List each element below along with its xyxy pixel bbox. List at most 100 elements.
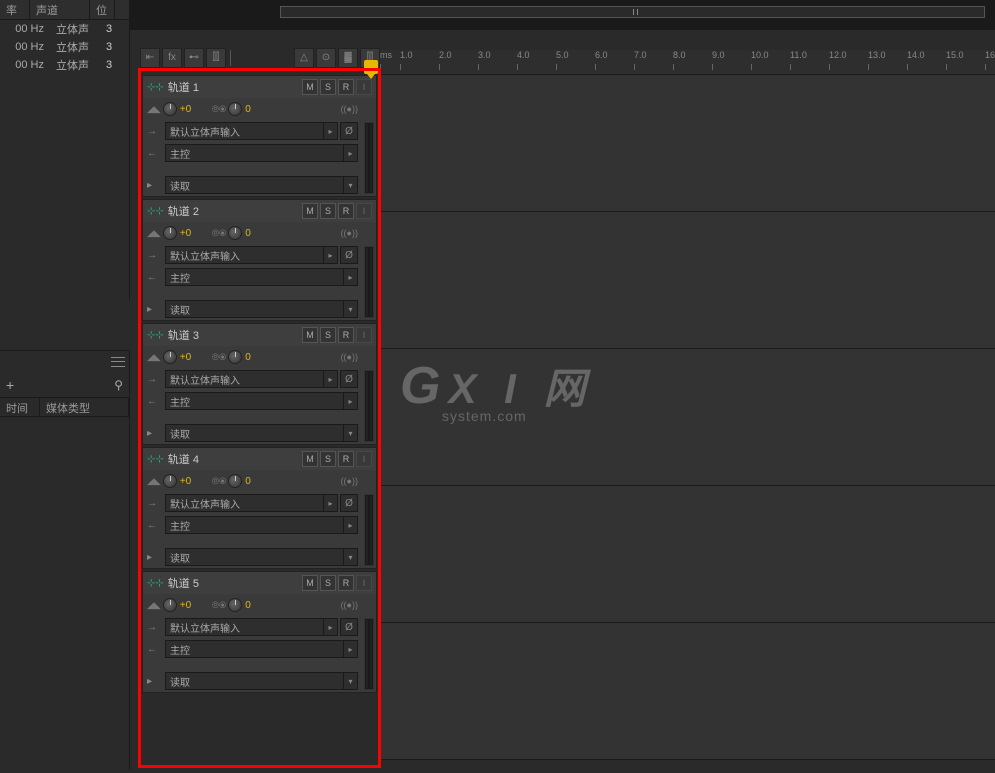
input-select[interactable]: 默认立体声输入 [165,618,324,636]
time-ruler[interactable]: ms 1.02.03.04.05.06.07.08.09.010.011.012… [380,50,995,75]
monitor-button[interactable]: I [356,575,372,591]
volume-knob[interactable] [163,598,177,612]
phase-button[interactable]: Ø [340,246,358,264]
input-select[interactable]: 默认立体声输入 [165,494,324,512]
dropdown-icon[interactable]: ▸ [344,144,358,162]
dropdown-icon[interactable]: ▸ [344,640,358,658]
pan-value[interactable]: 0 [245,352,263,363]
dropdown-icon[interactable]: ▾ [344,672,358,690]
lane[interactable] [380,212,995,349]
tool-opt1-icon[interactable]: △ [294,48,314,68]
record-button[interactable]: R [338,451,354,467]
track-name[interactable]: 轨道 3 [168,327,300,343]
overview-scrollbar[interactable] [280,6,985,18]
add-icon[interactable]: + [6,377,14,393]
monitor-button[interactable]: I [356,451,372,467]
pan-value[interactable]: 0 [245,228,263,239]
tool-eq-icon[interactable]: ⫿⫿ [206,48,226,68]
solo-button[interactable]: S [320,575,336,591]
record-button[interactable]: R [338,79,354,95]
play-icon[interactable]: ▸ [147,428,161,439]
dropdown-icon[interactable]: ▸ [324,246,338,264]
dropdown-icon[interactable]: ▸ [344,268,358,286]
solo-button[interactable]: S [320,327,336,343]
phase-button[interactable]: Ø [340,122,358,140]
automation-select[interactable]: 读取 [165,548,344,566]
solo-button[interactable]: S [320,451,336,467]
panel-menu-icon[interactable] [111,357,125,367]
tool-back-icon[interactable]: ⇤ [140,48,160,68]
dropdown-icon[interactable]: ▾ [344,424,358,442]
automation-select[interactable]: 读取 [165,424,344,442]
record-button[interactable]: R [338,203,354,219]
record-button[interactable]: R [338,327,354,343]
input-select[interactable]: 默认立体声输入 [165,122,324,140]
col-rate[interactable]: 率 [0,0,30,19]
timeline-lanes[interactable] [380,75,995,773]
volume-value[interactable]: +0 [180,104,198,115]
scroll-handle-icon[interactable] [633,9,643,15]
automation-select[interactable]: 读取 [165,300,344,318]
mute-button[interactable]: M [302,327,318,343]
volume-knob[interactable] [163,226,177,240]
col-channel[interactable]: 声道 [30,0,90,19]
filter-icon[interactable]: ⚲ [114,378,123,392]
dropdown-icon[interactable]: ▸ [324,618,338,636]
pan-knob[interactable] [228,474,242,488]
input-select[interactable]: 默认立体声输入 [165,246,324,264]
col-bit[interactable]: 位 [90,0,115,19]
file-row[interactable]: 00 Hz 立体声 3 [0,38,129,56]
output-select[interactable]: 主控 [165,268,344,286]
tool-opt3-icon[interactable]: ▓ [338,48,358,68]
playhead-icon[interactable] [364,60,378,74]
pan-knob[interactable] [228,350,242,364]
track-name[interactable]: 轨道 4 [168,451,300,467]
dropdown-icon[interactable]: ▸ [324,370,338,388]
pan-value[interactable]: 0 [245,104,263,115]
mute-button[interactable]: M [302,79,318,95]
col-time[interactable]: 时间 [0,398,40,416]
volume-value[interactable]: +0 [180,476,198,487]
lane[interactable] [380,486,995,623]
pan-value[interactable]: 0 [245,600,263,611]
lane[interactable] [380,623,995,760]
output-select[interactable]: 主控 [165,144,344,162]
play-icon[interactable]: ▸ [147,304,161,315]
monitor-button[interactable]: I [356,203,372,219]
play-icon[interactable]: ▸ [147,180,161,191]
volume-value[interactable]: +0 [180,600,198,611]
track-name[interactable]: 轨道 1 [168,79,300,95]
col-media-type[interactable]: 媒体类型 [40,398,129,416]
mute-button[interactable]: M [302,203,318,219]
automation-select[interactable]: 读取 [165,176,344,194]
pan-knob[interactable] [228,598,242,612]
file-row[interactable]: 00 Hz 立体声 3 [0,20,129,38]
output-select[interactable]: 主控 [165,640,344,658]
dropdown-icon[interactable]: ▾ [344,176,358,194]
output-select[interactable]: 主控 [165,392,344,410]
monitor-button[interactable]: I [356,327,372,343]
dropdown-icon[interactable]: ▸ [344,516,358,534]
track-name[interactable]: 轨道 5 [168,575,300,591]
tool-fx-icon[interactable]: fx [162,48,182,68]
track-name[interactable]: 轨道 2 [168,203,300,219]
dropdown-icon[interactable]: ▾ [344,548,358,566]
volume-knob[interactable] [163,102,177,116]
mute-button[interactable]: M [302,451,318,467]
phase-button[interactable]: Ø [340,494,358,512]
file-row[interactable]: 00 Hz 立体声 3 [0,56,129,74]
dropdown-icon[interactable]: ▸ [344,392,358,410]
phase-button[interactable]: Ø [340,618,358,636]
dropdown-icon[interactable]: ▸ [324,494,338,512]
pan-knob[interactable] [228,226,242,240]
tool-opt2-icon[interactable]: ⊙ [316,48,336,68]
output-select[interactable]: 主控 [165,516,344,534]
input-select[interactable]: 默认立体声输入 [165,370,324,388]
pan-value[interactable]: 0 [245,476,263,487]
volume-value[interactable]: +0 [180,228,198,239]
play-icon[interactable]: ▸ [147,676,161,687]
dropdown-icon[interactable]: ▸ [324,122,338,140]
dropdown-icon[interactable]: ▾ [344,300,358,318]
record-button[interactable]: R [338,575,354,591]
monitor-button[interactable]: I [356,79,372,95]
